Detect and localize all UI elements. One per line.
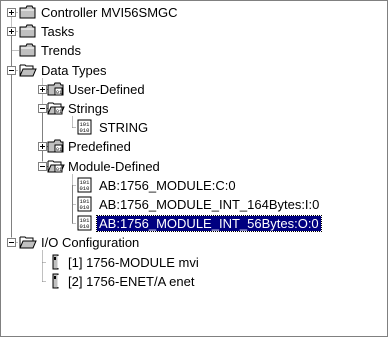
- tree-node-tasks[interactable]: Tasks: [1, 22, 387, 41]
- tree-node-label: Trends: [41, 43, 81, 58]
- tree-node-predefined[interactable]: 01 Predefined: [1, 137, 387, 156]
- module-card-icon: [47, 254, 65, 270]
- tree-node-i-o-configuration[interactable]: I/O Configuration: [1, 233, 387, 252]
- collapse-icon[interactable]: [38, 104, 47, 113]
- tree-node-data-types[interactable]: Data Types: [1, 61, 387, 80]
- tree-node-module-defined[interactable]: 01 Module-Defined: [1, 157, 387, 176]
- tree-node-label: AB:1756_MODULE:C:0: [99, 178, 236, 193]
- tree-node-label: Tasks: [41, 24, 75, 39]
- svg-text:010: 010: [80, 223, 90, 230]
- tree-node-string[interactable]: 101 010 STRING: [1, 118, 387, 137]
- svg-text:01: 01: [56, 167, 62, 173]
- datatype-folder-open-icon: 01: [47, 100, 65, 116]
- tree-node-label: Controller MVI56SMGC: [41, 5, 178, 20]
- tree-node-label: AB:1756_MODULE_INT_164Bytes:I:0: [99, 197, 320, 212]
- collapse-icon[interactable]: [7, 238, 16, 247]
- tree-node-label: Data Types: [41, 63, 107, 78]
- tree-node-label: AB:1756_MODULE_INT_56Bytes:O:0: [96, 215, 322, 232]
- controller-organizer-tree[interactable]: Controller MVI56SMGC Tasks Trends Data Type…: [1, 1, 387, 336]
- expand-icon[interactable]: [7, 8, 16, 17]
- tree-node-1-1756-module-mvi[interactable]: [1] 1756-MODULE mvi: [1, 253, 387, 272]
- tree-node-label: STRING: [99, 120, 149, 135]
- svg-text:010: 010: [80, 127, 90, 134]
- svg-text:01: 01: [56, 90, 62, 96]
- open-folder-icon: [19, 62, 37, 78]
- tree-node-2-1756-enet-a-enet[interactable]: [2] 1756-ENET/A enet: [1, 272, 387, 291]
- expand-icon[interactable]: [38, 85, 47, 94]
- folder-icon: [19, 42, 37, 58]
- svg-text:01: 01: [56, 147, 62, 153]
- collapse-icon[interactable]: [7, 66, 16, 75]
- binary-tag-icon: 101 010: [76, 215, 94, 231]
- tree-node-label: I/O Configuration: [41, 235, 140, 250]
- tree-node-trends[interactable]: Trends: [1, 41, 387, 60]
- svg-text:01: 01: [56, 109, 62, 115]
- tree-node-label: User-Defined: [68, 82, 145, 97]
- controller-organizer-panel: Controller MVI56SMGC Tasks Trends Data Type…: [0, 0, 388, 337]
- expand-icon[interactable]: [7, 27, 16, 36]
- tree-node-label: [2] 1756-ENET/A enet: [68, 274, 195, 289]
- svg-text:010: 010: [80, 185, 90, 192]
- tree-node-label: [1] 1756-MODULE mvi: [68, 255, 199, 270]
- tree-node-label: Predefined: [68, 139, 131, 154]
- tree-node-strings[interactable]: 01 Strings: [1, 99, 387, 118]
- tree-node-label: Module-Defined: [68, 159, 160, 174]
- svg-text:010: 010: [80, 204, 90, 211]
- module-card-icon: [47, 273, 65, 289]
- datatype-folder-icon: 01: [47, 138, 65, 154]
- datatype-folder-open-icon: 01: [47, 158, 65, 174]
- collapse-icon[interactable]: [38, 162, 47, 171]
- tree-node-ab-1756-module-c-0[interactable]: 101 010 AB:1756_MODULE:C:0: [1, 176, 387, 195]
- open-folder-icon: [19, 234, 37, 250]
- folder-icon: [19, 4, 37, 20]
- tree-node-ab-1756-module-int-164bytes-i-0[interactable]: 101 010 AB:1756_MODULE_INT_164Bytes:I:0: [1, 195, 387, 214]
- folder-icon: [19, 23, 37, 39]
- tree-node-ab-1756-module-int-56bytes-o-0[interactable]: 101 010 AB:1756_MODULE_INT_56Bytes:O:0: [1, 214, 387, 233]
- tree-node-controller-mvi56smgc[interactable]: Controller MVI56SMGC: [1, 3, 387, 22]
- datatype-folder-icon: 01: [47, 81, 65, 97]
- binary-tag-icon: 101 010: [76, 119, 94, 135]
- binary-tag-icon: 101 010: [76, 177, 94, 193]
- tree-node-label: Strings: [68, 101, 109, 116]
- tree-node-user-defined[interactable]: 01 User-Defined: [1, 80, 387, 99]
- binary-tag-icon: 101 010: [76, 196, 94, 212]
- expand-icon[interactable]: [38, 142, 47, 151]
